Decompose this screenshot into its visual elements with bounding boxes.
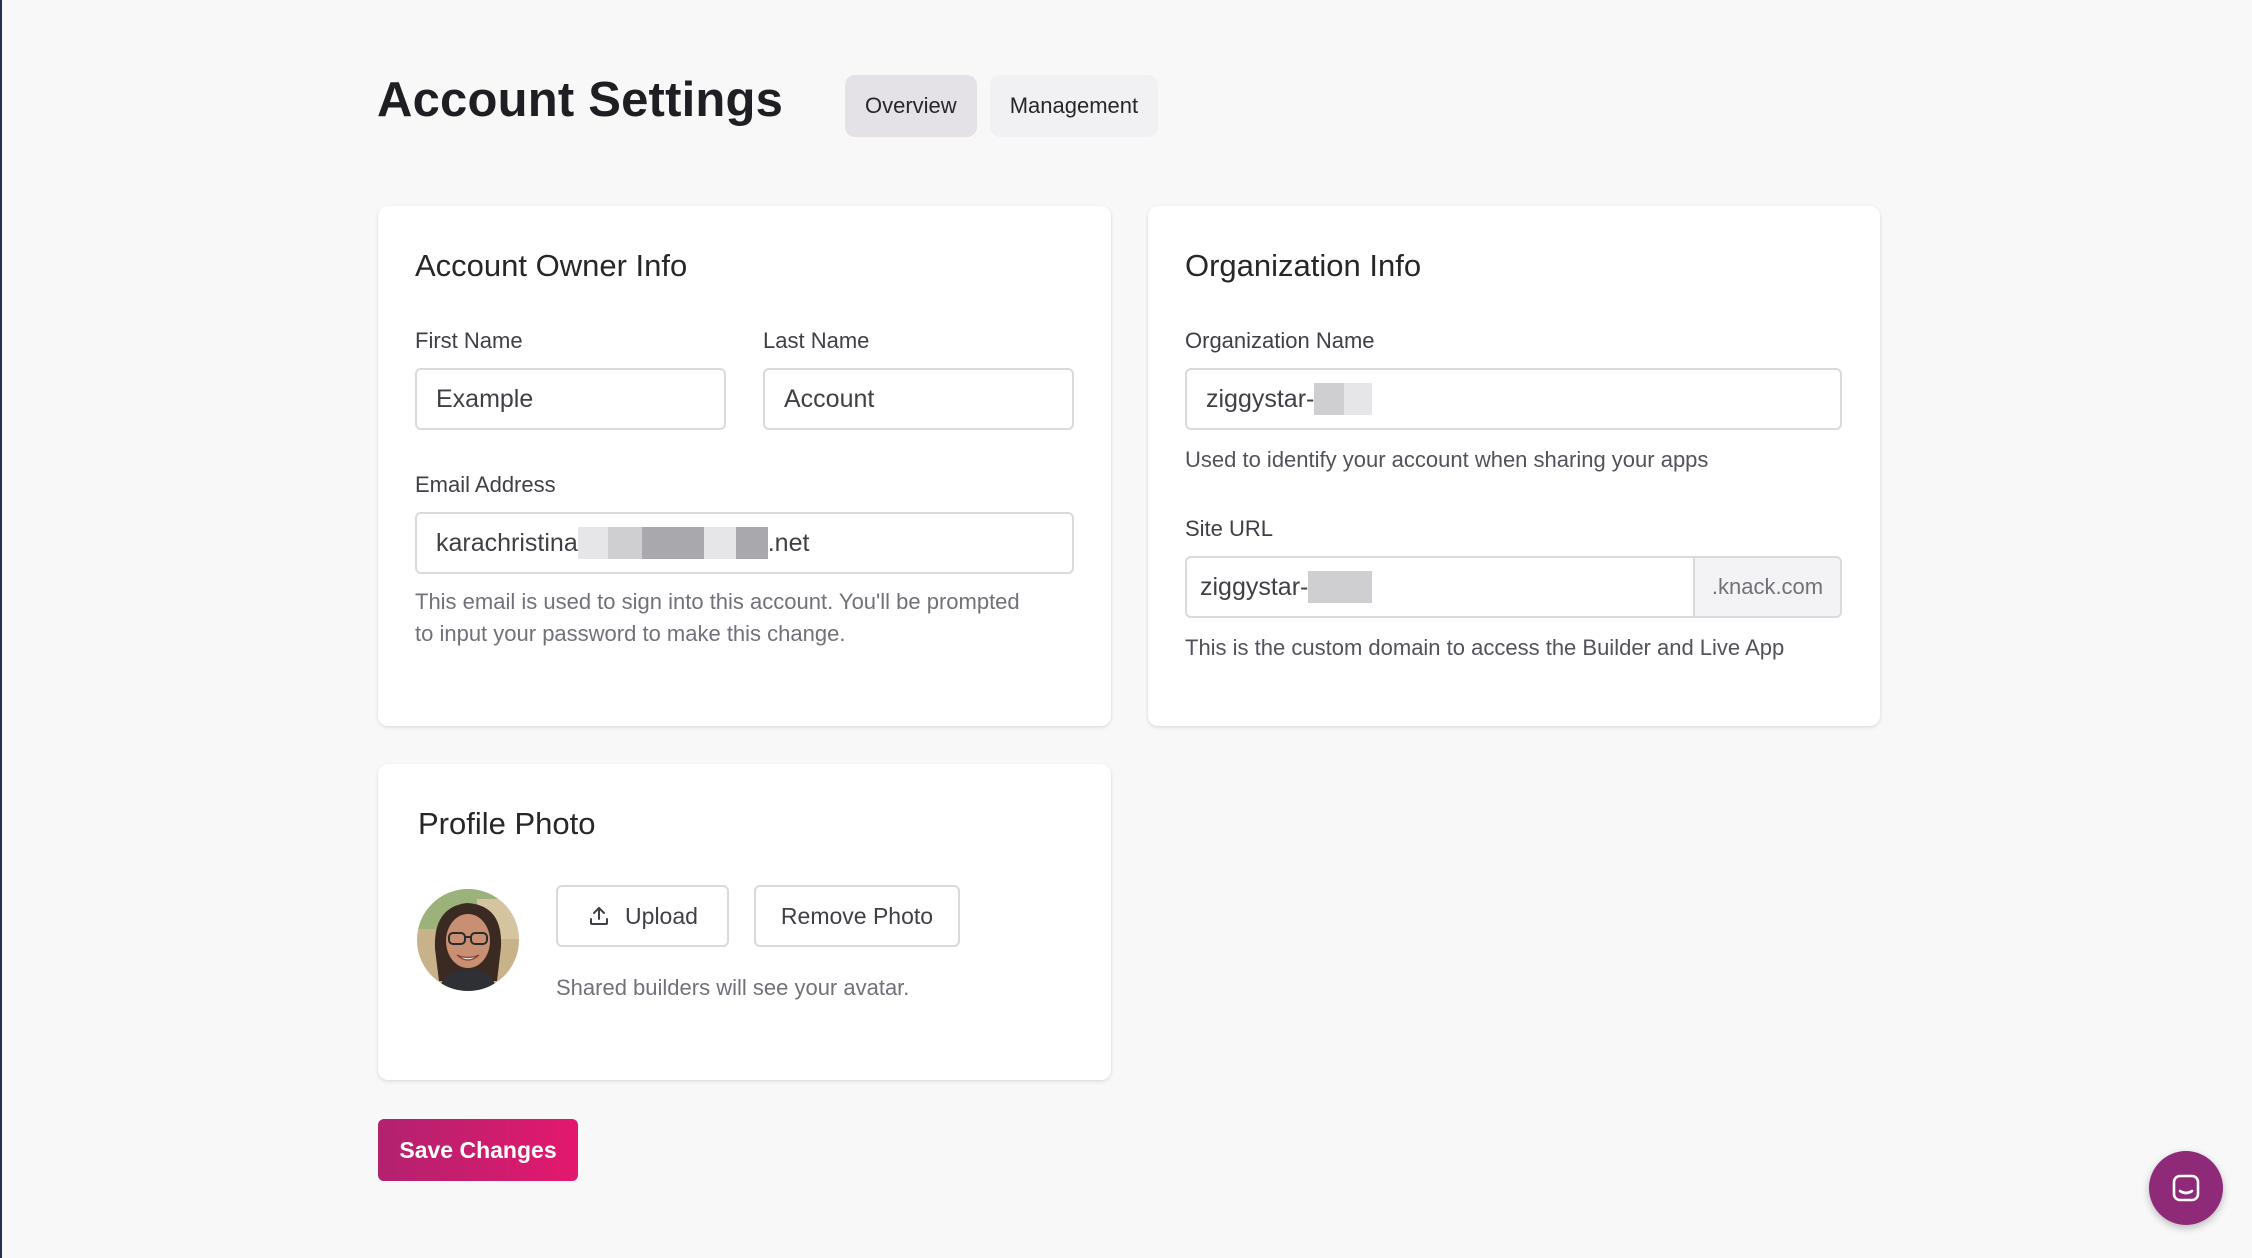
- first-name-value: Example: [436, 384, 534, 413]
- card-title: Organization Info: [1185, 248, 1422, 283]
- email-value-prefix: karachristina: [436, 528, 578, 557]
- remove-photo-label: Remove Photo: [780, 902, 934, 929]
- email-label: Email Address: [415, 472, 556, 497]
- site-url-field[interactable]: ziggystar-: [1185, 556, 1695, 618]
- last-name-label: Last Name: [763, 328, 870, 353]
- upload-button[interactable]: Upload: [556, 885, 729, 947]
- last-name-value: Account: [784, 384, 875, 413]
- page: Account Settings Overview Management Acc…: [0, 0, 2252, 1258]
- redaction: [735, 527, 768, 559]
- upload-label: Upload: [625, 902, 698, 929]
- redaction: [1308, 571, 1373, 603]
- card-title: Account Owner Info: [415, 248, 688, 283]
- organization-name-hint: Used to identify your account when shari…: [1185, 447, 1709, 472]
- chat-launcher-button[interactable]: [2149, 1151, 2223, 1225]
- avatar-hint: Shared builders will see your avatar.: [556, 975, 910, 1000]
- site-url-suffix: .knack.com: [1694, 556, 1842, 618]
- organization-name-field[interactable]: ziggystar-: [1185, 368, 1842, 430]
- organization-card: Organization Info Organization Name zigg…: [1148, 206, 1880, 726]
- site-url-hint: This is the custom domain to access the …: [1185, 635, 1785, 660]
- email-field[interactable]: karachristina .net: [415, 512, 1074, 574]
- avatar: [417, 889, 519, 991]
- email-hint-line: This email is used to sign into this acc…: [415, 589, 1020, 614]
- tab-overview[interactable]: Overview: [845, 75, 977, 137]
- redaction: [577, 527, 608, 559]
- tab-management[interactable]: Management: [989, 75, 1159, 137]
- chat-icon: [2169, 1171, 2203, 1205]
- redaction: [641, 527, 704, 559]
- redaction: [607, 527, 642, 559]
- page-title: Account Settings: [377, 73, 784, 127]
- email-hint: This email is used to sign into this acc…: [415, 586, 1020, 650]
- site-url-label: Site URL: [1185, 516, 1274, 541]
- remove-photo-button[interactable]: Remove Photo: [754, 885, 960, 947]
- first-name-field[interactable]: Example: [415, 368, 726, 430]
- save-changes-button[interactable]: Save Changes: [378, 1119, 578, 1181]
- account-owner-card: Account Owner Info First Name Example La…: [378, 206, 1111, 726]
- tab-bar: Overview Management: [845, 75, 1159, 137]
- upload-icon: [587, 904, 611, 928]
- organization-name-label: Organization Name: [1185, 328, 1375, 353]
- first-name-label: First Name: [415, 328, 523, 353]
- organization-name-value: ziggystar-: [1206, 384, 1315, 413]
- last-name-field[interactable]: Account: [763, 368, 1074, 430]
- email-hint-line: to input your password to make this chan…: [415, 621, 846, 646]
- card-title: Profile Photo: [418, 806, 596, 841]
- redaction: [1344, 383, 1373, 415]
- site-url-value: ziggystar-: [1200, 572, 1309, 601]
- email-value-suffix: .net: [767, 528, 810, 557]
- redaction: [1314, 383, 1345, 415]
- redaction: [703, 527, 736, 559]
